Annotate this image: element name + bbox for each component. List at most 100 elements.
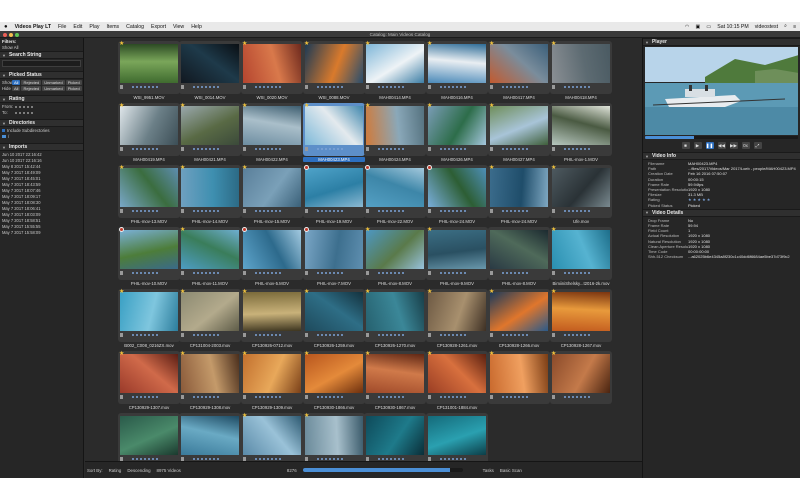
- video-thumbnail-cell[interactable]: ★ CP130928-1266.mov: [488, 289, 550, 349]
- rating-dot[interactable]: [279, 272, 281, 274]
- rating-dot[interactable]: [378, 148, 380, 150]
- video-card[interactable]: ★: [550, 41, 612, 94]
- video-thumbnail-cell[interactable]: ★ CP130926-0712.mov: [241, 289, 303, 349]
- rating-dots[interactable]: [255, 272, 281, 274]
- zoom-window-button[interactable]: [15, 32, 19, 37]
- menu-items[interactable]: Items: [106, 24, 119, 30]
- rating-dot[interactable]: [255, 86, 257, 88]
- rating-dot[interactable]: [518, 210, 520, 212]
- video-thumbnail-cell[interactable]: ★ CP130929-1309.mov: [241, 351, 303, 411]
- rating-dot[interactable]: [132, 272, 134, 274]
- rating-dot[interactable]: [456, 396, 458, 398]
- import-item[interactable]: May 7 2017 15:58:09: [0, 229, 83, 235]
- rating-dot[interactable]: [464, 458, 466, 460]
- rating-dot[interactable]: [522, 334, 524, 336]
- star-icon[interactable]: ★: [427, 289, 433, 295]
- rating-dot[interactable]: [136, 210, 138, 212]
- rating-dot[interactable]: [506, 86, 508, 88]
- video-card[interactable]: ★: [303, 351, 365, 404]
- rating-dot[interactable]: [317, 272, 319, 274]
- rating-dots[interactable]: [564, 86, 590, 88]
- video-thumbnail-image[interactable]: [552, 168, 610, 207]
- rating-dot[interactable]: [464, 396, 466, 398]
- rating-dot[interactable]: [329, 272, 331, 274]
- rating-dot[interactable]: [510, 86, 512, 88]
- rating-dot[interactable]: [341, 210, 343, 212]
- rating-dot[interactable]: [572, 334, 574, 336]
- rating-dot[interactable]: [394, 210, 396, 212]
- rating-dot[interactable]: [584, 210, 586, 212]
- video-thumbnail-cell[interactable]: ★ PHIL-mov-15.MOV: [241, 165, 303, 225]
- rating-dot[interactable]: [378, 396, 380, 398]
- rating-dot[interactable]: [263, 396, 265, 398]
- rating-dot[interactable]: [209, 148, 211, 150]
- tasks-label[interactable]: Tasks: [483, 468, 494, 473]
- star-icon[interactable]: ★: [119, 165, 125, 171]
- rating-dot[interactable]: [448, 272, 450, 274]
- video-thumbnail-cell[interactable]: ★ CP130928-1267.mov: [550, 289, 612, 349]
- video-card[interactable]: ★: [364, 227, 426, 280]
- rating-dot[interactable]: [444, 210, 446, 212]
- rating-dot[interactable]: [572, 210, 574, 212]
- rating-dot[interactable]: [217, 334, 219, 336]
- rating-dot[interactable]: [440, 148, 442, 150]
- show-unmarked-pill[interactable]: Unmarked: [42, 79, 65, 85]
- star-icon[interactable]: ★: [180, 165, 186, 171]
- rating-dot[interactable]: [205, 458, 207, 460]
- rating-dot[interactable]: [140, 458, 142, 460]
- rating-dot[interactable]: [201, 334, 203, 336]
- rating-dot[interactable]: [584, 272, 586, 274]
- video-thumbnail-cell[interactable]: ★ MAH00414.MP4: [364, 41, 426, 101]
- video-card[interactable]: ★: [426, 41, 488, 94]
- video-thumbnail-cell[interactable]: PHIL-mov-24.MOV: [426, 165, 488, 225]
- video-thumbnail-image[interactable]: [490, 44, 548, 83]
- fullscreen-button[interactable]: ⤢: [753, 142, 762, 149]
- rating-dots[interactable]: [255, 210, 281, 212]
- rating-dot[interactable]: [341, 86, 343, 88]
- rating-dot[interactable]: [456, 334, 458, 336]
- star-icon[interactable]: ★: [489, 41, 495, 47]
- menu-play[interactable]: Play: [89, 24, 99, 30]
- rating-dot[interactable]: [386, 458, 388, 460]
- rating-dot[interactable]: [572, 396, 574, 398]
- star-icon[interactable]: ★: [365, 351, 371, 357]
- rating-dot[interactable]: [440, 396, 442, 398]
- rating-dot[interactable]: [444, 86, 446, 88]
- video-card[interactable]: ★: [303, 413, 365, 466]
- rating-dot[interactable]: [148, 272, 150, 274]
- rating-dot[interactable]: [378, 86, 380, 88]
- video-thumbnail-cell[interactable]: ★ MAH00424.MP4: [364, 103, 426, 163]
- rating-dot[interactable]: [263, 272, 265, 274]
- video-card[interactable]: ★: [550, 227, 612, 280]
- directory-item[interactable]: /: [0, 134, 83, 141]
- video-card[interactable]: ★: [426, 351, 488, 404]
- rating-dot[interactable]: [263, 334, 265, 336]
- video-thumbnail-cell[interactable]: ★ Ufe.mov: [550, 165, 612, 225]
- rejected-icon[interactable]: [304, 165, 309, 170]
- rating-dot[interactable]: [148, 86, 150, 88]
- rating-dot[interactable]: [193, 210, 195, 212]
- rating-dot[interactable]: [526, 148, 528, 150]
- star-icon[interactable]: ★: [365, 41, 371, 47]
- video-thumbnail-image[interactable]: [428, 230, 486, 269]
- rating-dot[interactable]: [514, 86, 516, 88]
- video-thumbnail-image[interactable]: [181, 292, 239, 331]
- rating-dot[interactable]: [564, 210, 566, 212]
- rating-dot[interactable]: [255, 210, 257, 212]
- rating-dot[interactable]: [580, 210, 582, 212]
- video-card[interactable]: ★: [179, 289, 241, 342]
- menu-app-name[interactable]: Videos Play LT: [15, 24, 51, 30]
- star-icon[interactable]: ★: [242, 41, 248, 47]
- rating-dots[interactable]: [378, 334, 404, 336]
- rating-dot[interactable]: [444, 334, 446, 336]
- rating-dot[interactable]: [402, 86, 404, 88]
- video-thumbnail-cell[interactable]: ★ MAH00417.MP4: [488, 41, 550, 101]
- video-thumbnail-image[interactable]: [181, 354, 239, 393]
- rating-dot[interactable]: [464, 86, 466, 88]
- rating-dot[interactable]: [518, 334, 520, 336]
- rating-dot[interactable]: [267, 148, 269, 150]
- video-thumbnail-cell[interactable]: ★ PHIL-mov-11.MOV: [179, 227, 241, 287]
- rating-dot[interactable]: [333, 334, 335, 336]
- rating-dot[interactable]: [279, 458, 281, 460]
- video-thumbnail-cell[interactable]: ★ PHIL-mov-13.MOV: [118, 165, 180, 225]
